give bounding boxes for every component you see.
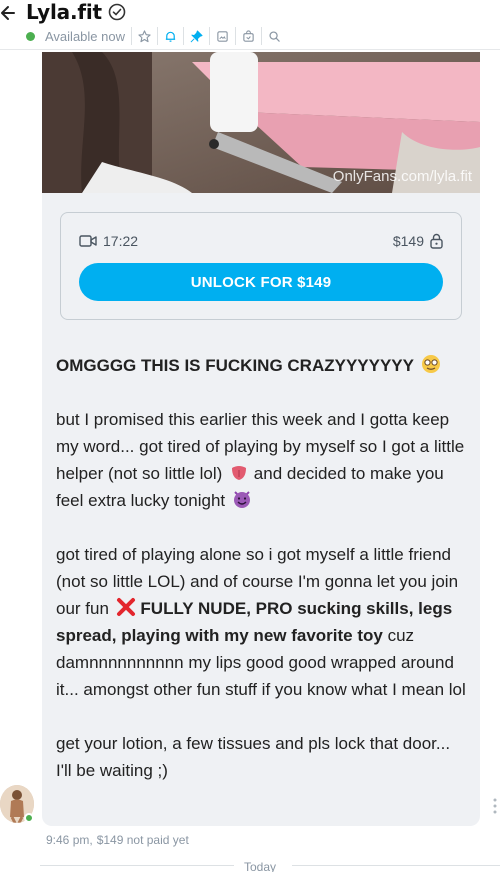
price-label: $149 (392, 233, 424, 249)
avatar-online-indicator (24, 813, 34, 823)
message-time: 9:46 pm, (46, 833, 93, 847)
status-row: Available now (26, 27, 287, 45)
message-bubble: OnlyFans.com/lyla.fit 17:22 $149 UNLOCK … (42, 52, 480, 826)
tongue-emoji-icon (232, 466, 247, 480)
price-indicator: $149 (393, 233, 443, 249)
star-icon (138, 29, 151, 42)
preview-watermark: OnlyFans.com/lyla.fit (332, 168, 472, 185)
search-icon (269, 30, 280, 42)
tip-icon (243, 29, 254, 42)
online-indicator (26, 31, 35, 41)
duration-label: 17:22 (103, 233, 139, 249)
availability-status: Available now (45, 28, 125, 44)
smiling-devil-emoji-icon (233, 491, 250, 508)
title-row: Lyla.fit (26, 0, 126, 24)
verified-icon (108, 3, 126, 21)
message-meta: 9:46 pm, $149 not paid yet (46, 833, 189, 847)
gallery-button[interactable] (208, 27, 235, 45)
nerd-face-emoji-icon (421, 355, 440, 373)
media-preview-image[interactable]: OnlyFans.com/lyla.fit (42, 52, 480, 193)
bell-icon (165, 31, 176, 42)
gallery-icon (217, 30, 228, 42)
cross-mark-emoji-icon (116, 598, 135, 616)
favorite-button[interactable] (130, 27, 157, 45)
video-icon (79, 235, 97, 247)
more-options-icon[interactable] (492, 798, 498, 814)
media-duration: 17:22 (79, 233, 138, 249)
date-divider: Today (40, 858, 500, 872)
message-text: OMGGGG THIS IS FUCKING CRAZYYYYYYY but I… (56, 352, 466, 811)
pin-icon (190, 29, 203, 42)
notifications-button[interactable] (156, 27, 183, 45)
message-paragraph-1: but I promised this earlier this week an… (56, 410, 465, 510)
tip-button[interactable] (234, 27, 261, 45)
back-arrow-icon[interactable] (0, 2, 18, 24)
message-paragraph-3: get your lotion, a few tissues and pls l… (56, 734, 451, 780)
chat-title[interactable]: Lyla.fit (26, 0, 102, 24)
lock-icon (430, 233, 443, 249)
message-paragraph-2: got tired of playing alone so i got myse… (56, 545, 466, 699)
divider-line-right (292, 865, 500, 866)
pin-button[interactable] (182, 27, 209, 45)
search-button[interactable] (260, 27, 287, 45)
unlock-button[interactable]: UNLOCK FOR $149 (79, 263, 443, 301)
date-divider-label: Today (244, 860, 277, 872)
chat-header: Lyla.fit Available now (0, 0, 500, 50)
divider-line-left (40, 865, 234, 866)
message-heading: OMGGGG THIS IS FUCKING CRAZYYYYYYY (56, 352, 466, 379)
locked-media-card: 17:22 $149 UNLOCK FOR $149 (60, 212, 462, 320)
payment-status: $149 not paid yet (96, 833, 189, 847)
